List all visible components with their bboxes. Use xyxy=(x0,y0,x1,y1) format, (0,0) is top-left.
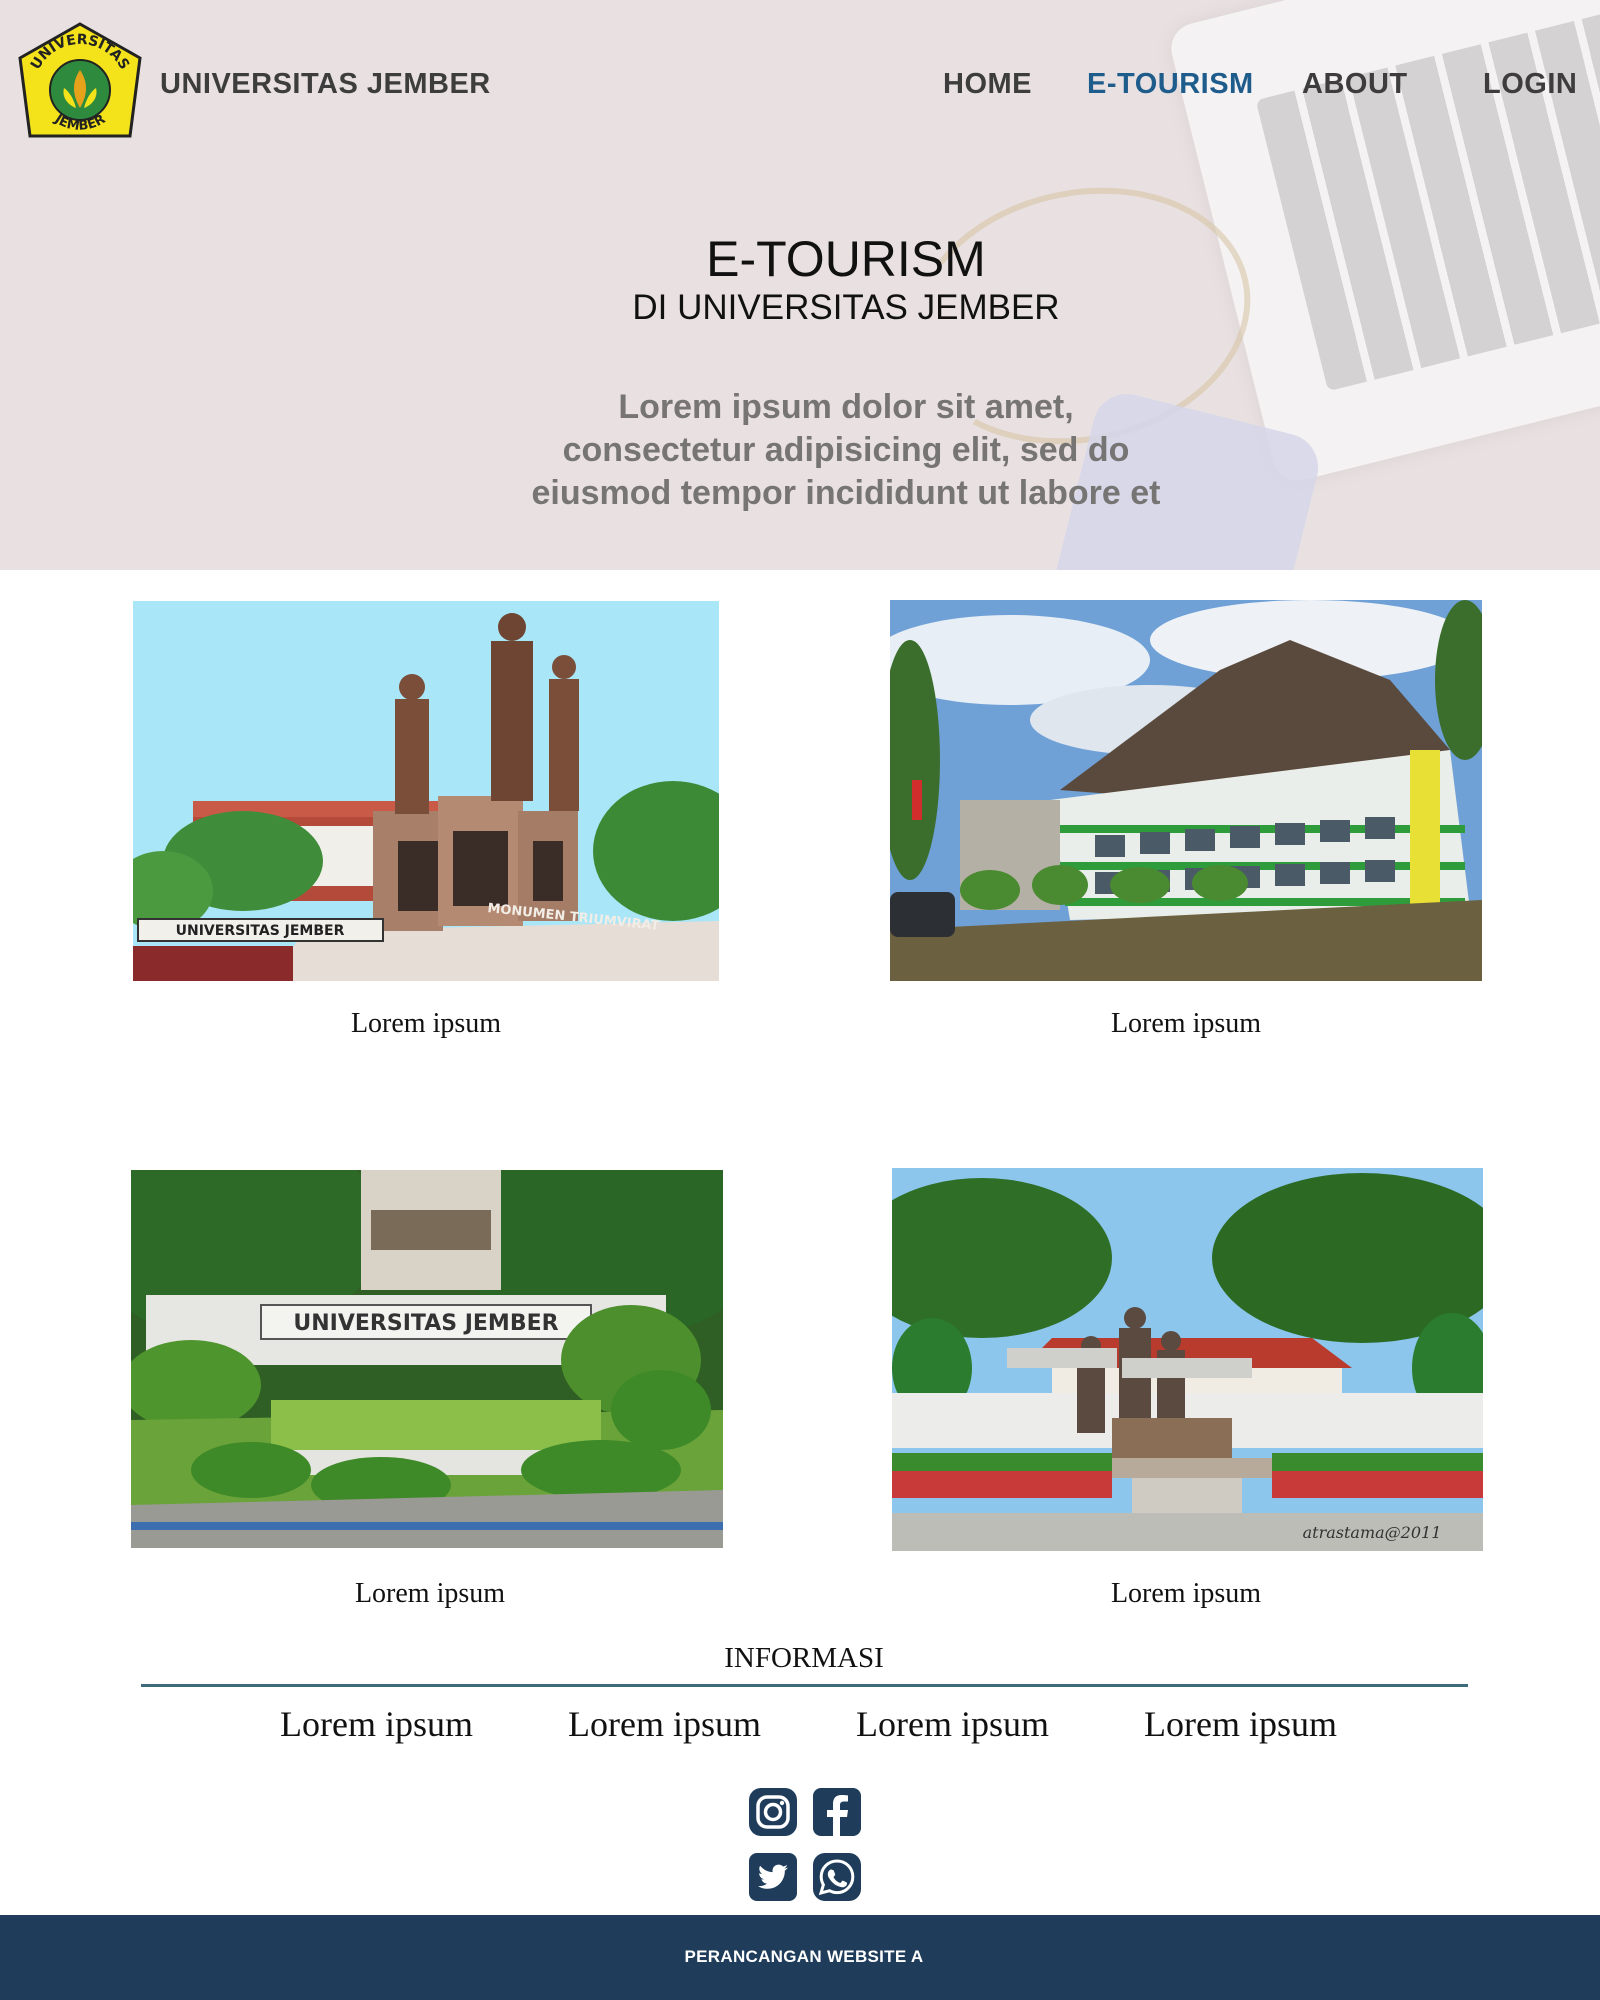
hero-description: Lorem ipsum dolor sit amet, consectetur … xyxy=(0,386,1600,515)
photo-sign-text: UNIVERSITAS JEMBER xyxy=(176,923,345,939)
gallery-caption: Lorem ipsum xyxy=(350,1008,502,1039)
nav-about[interactable]: ABOUT xyxy=(1302,68,1408,101)
hero-description-line: Lorem ipsum dolor sit amet, xyxy=(618,388,1074,426)
info-link[interactable]: Lorem ipsum xyxy=(1144,1703,1337,1745)
nav-e-tourism[interactable]: E-TOURISM xyxy=(1087,68,1254,101)
campus-entrance-sign-photo[interactable]: UNIVERSITAS JEMBER xyxy=(131,1170,723,1548)
hero-banner: UNIVERSITAS JEMBER UNIVERSITAS JEMBER HO… xyxy=(0,0,1600,570)
hero-subtitle: DI UNIVERSITAS JEMBER xyxy=(632,288,1060,327)
gallery-caption: Lorem ipsum xyxy=(354,1578,506,1609)
info-link[interactable]: Lorem ipsum xyxy=(856,1703,1049,1745)
footer-text: PERANCANGAN WEBSITE A xyxy=(684,1947,924,1966)
hero-title: E-TOURISM xyxy=(706,231,986,287)
hero-description-line: consectetur adipisicing elit, sed do xyxy=(562,431,1130,469)
main-navigation: HOME E-TOURISM ABOUT LOGIN xyxy=(0,68,1600,108)
twitter-icon[interactable] xyxy=(748,1852,798,1902)
info-link[interactable]: Lorem ipsum xyxy=(280,1703,473,1745)
info-divider xyxy=(141,1684,1468,1687)
nav-login[interactable]: LOGIN xyxy=(1483,68,1577,101)
gallery-caption: Lorem ipsum xyxy=(1110,1578,1262,1609)
info-section-title: INFORMASI xyxy=(724,1642,884,1674)
facebook-icon[interactable] xyxy=(812,1787,862,1837)
statue-garden-photo[interactable]: atrastama@2011 xyxy=(892,1168,1483,1551)
nav-home[interactable]: HOME xyxy=(943,68,1032,101)
hero-description-line: eiusmod tempor incididunt ut labore et xyxy=(531,474,1161,512)
photo-sign-text: UNIVERSITAS JEMBER xyxy=(293,1311,558,1336)
instagram-icon[interactable] xyxy=(748,1787,798,1837)
gallery-caption: Lorem ipsum xyxy=(1110,1008,1262,1039)
info-link[interactable]: Lorem ipsum xyxy=(568,1703,761,1745)
campus-building-photo[interactable] xyxy=(890,600,1482,981)
photo-watermark: atrastama@2011 xyxy=(1303,1523,1442,1542)
monumen-triumvirat-photo[interactable]: UNIVERSITAS JEMBER MONUMEN TRIUMVIRAT xyxy=(133,601,719,981)
footer: PERANCANGAN WEBSITE A xyxy=(0,1915,1600,2000)
whatsapp-icon[interactable] xyxy=(812,1852,862,1902)
